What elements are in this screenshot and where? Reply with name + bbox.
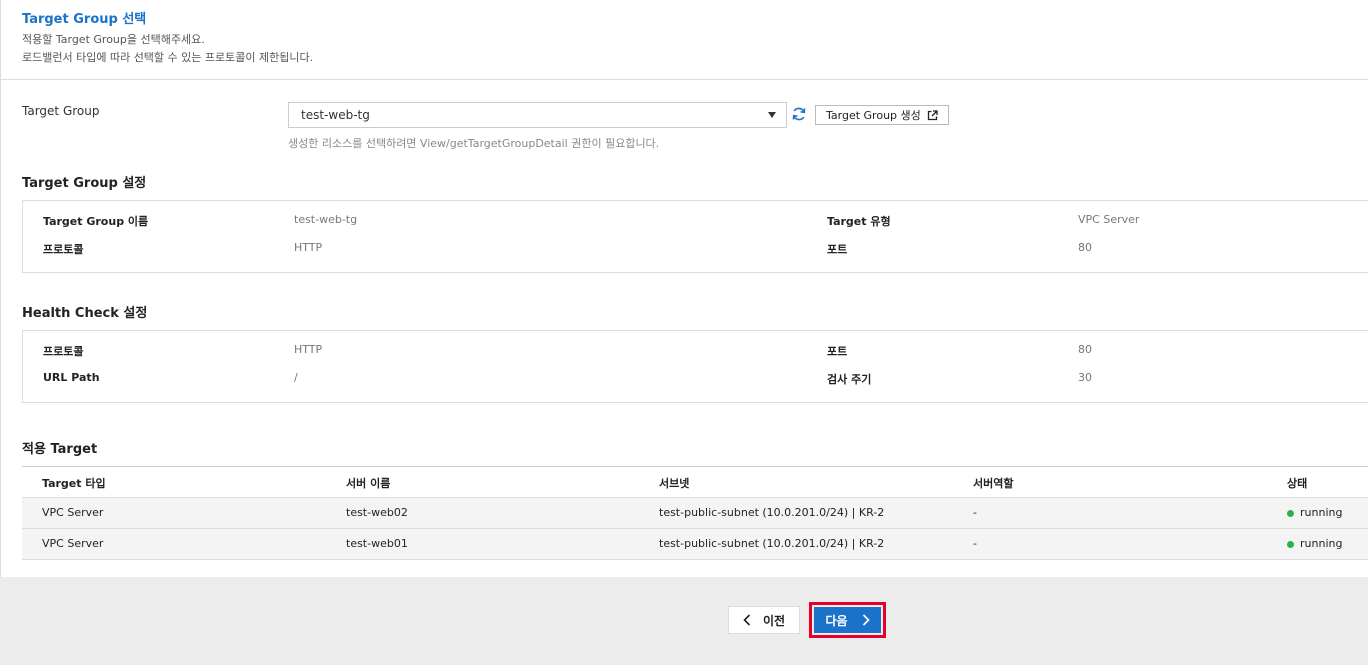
cell-status: running <box>1287 506 1342 519</box>
next-button-highlight: 다음 <box>809 602 886 638</box>
tg-name-value: test-web-tg <box>294 213 358 226</box>
health-check-title: Health Check 설정 <box>22 306 148 321</box>
status-text: running <box>1300 506 1343 519</box>
tg-type-label: Target 유형 <box>827 215 891 228</box>
cell-target-type: VPC Server <box>42 506 104 519</box>
cell-server-role: - <box>973 506 977 519</box>
permission-hint: 생성한 리소스를 선택하려면 View/getTargetGroupDetail… <box>288 137 660 150</box>
hc-protocol-label: 프로토콜 <box>43 345 84 358</box>
tg-port-label: 포트 <box>827 243 848 256</box>
target-group-select[interactable]: test-web-tg <box>288 102 787 128</box>
cell-server-role: - <box>973 537 977 550</box>
chevron-right-icon <box>862 614 870 626</box>
next-button-label: 다음 <box>825 613 848 628</box>
create-target-group-button[interactable]: Target Group 생성 <box>815 105 949 125</box>
page-description-2: 로드밸런서 타입에 따라 선택할 수 있는 프로토콜이 제한됩니다. <box>22 51 314 64</box>
create-target-group-label: Target Group 생성 <box>826 109 921 122</box>
col-status: 상태 <box>1287 477 1308 490</box>
tg-type-value: VPC Server <box>1078 213 1140 226</box>
hc-port-label: 포트 <box>827 345 848 358</box>
tg-settings-title: Target Group 설정 <box>22 176 147 191</box>
chevron-left-icon <box>743 614 751 626</box>
col-server-name: 서버 이름 <box>346 477 391 490</box>
hc-protocol-value: HTTP <box>294 343 323 356</box>
hc-path-value: / <box>294 371 298 384</box>
tg-name-label: Target Group 이름 <box>43 215 149 228</box>
target-group-label: Target Group <box>22 104 100 118</box>
next-button[interactable]: 다음 <box>814 607 881 633</box>
hc-interval-label: 검사 주기 <box>827 373 872 386</box>
cell-subnet: test-public-subnet (10.0.201.0/24) | KR-… <box>659 537 885 550</box>
targets-table: Target 타입 서버 이름 서브넷 서버역할 상태 VPC Server t… <box>22 466 1368 560</box>
hc-interval-value: 30 <box>1078 371 1092 384</box>
cell-server-name: test-web02 <box>346 506 408 519</box>
refresh-icon[interactable] <box>791 106 807 122</box>
tg-protocol-label: 프로토콜 <box>43 243 84 256</box>
external-link-icon <box>927 109 938 120</box>
chevron-down-icon <box>768 112 776 118</box>
prev-button[interactable]: 이전 <box>728 606 800 634</box>
tg-port-value: 80 <box>1078 241 1092 254</box>
hc-path-label: URL Path <box>43 371 100 384</box>
cell-target-type: VPC Server <box>42 537 104 550</box>
table-row: VPC Server test-web02 test-public-subnet… <box>22 498 1368 529</box>
table-header-row: Target 타입 서버 이름 서브넷 서버역할 상태 <box>22 467 1368 498</box>
hc-port-value: 80 <box>1078 343 1092 356</box>
col-subnet: 서브넷 <box>659 477 690 490</box>
status-dot-icon <box>1287 509 1294 517</box>
col-target-type: Target 타입 <box>42 477 106 490</box>
cell-server-name: test-web01 <box>346 537 408 550</box>
header-divider <box>1 79 1368 80</box>
col-server-role: 서버역할 <box>973 477 1014 490</box>
page-title: Target Group 선택 <box>22 12 147 27</box>
cell-status: running <box>1287 537 1342 550</box>
prev-button-label: 이전 <box>762 613 786 628</box>
cell-subnet: test-public-subnet (10.0.201.0/24) | KR-… <box>659 506 885 519</box>
status-text: running <box>1300 537 1343 550</box>
tg-protocol-value: HTTP <box>294 241 323 254</box>
target-group-panel: Target Group 선택 적용할 Target Group을 선택해주세요… <box>0 0 1368 577</box>
status-dot-icon <box>1287 540 1294 548</box>
page-description-1: 적용할 Target Group을 선택해주세요. <box>22 33 205 46</box>
health-check-box: 프로토콜 HTTP 포트 80 URL Path / 검사 주기 30 <box>22 330 1368 403</box>
target-group-selected-value: test-web-tg <box>301 108 370 122</box>
table-row: VPC Server test-web01 test-public-subnet… <box>22 529 1368 560</box>
tg-settings-box: Target Group 이름 test-web-tg Target 유형 VP… <box>22 200 1368 273</box>
targets-title: 적용 Target <box>22 442 98 457</box>
